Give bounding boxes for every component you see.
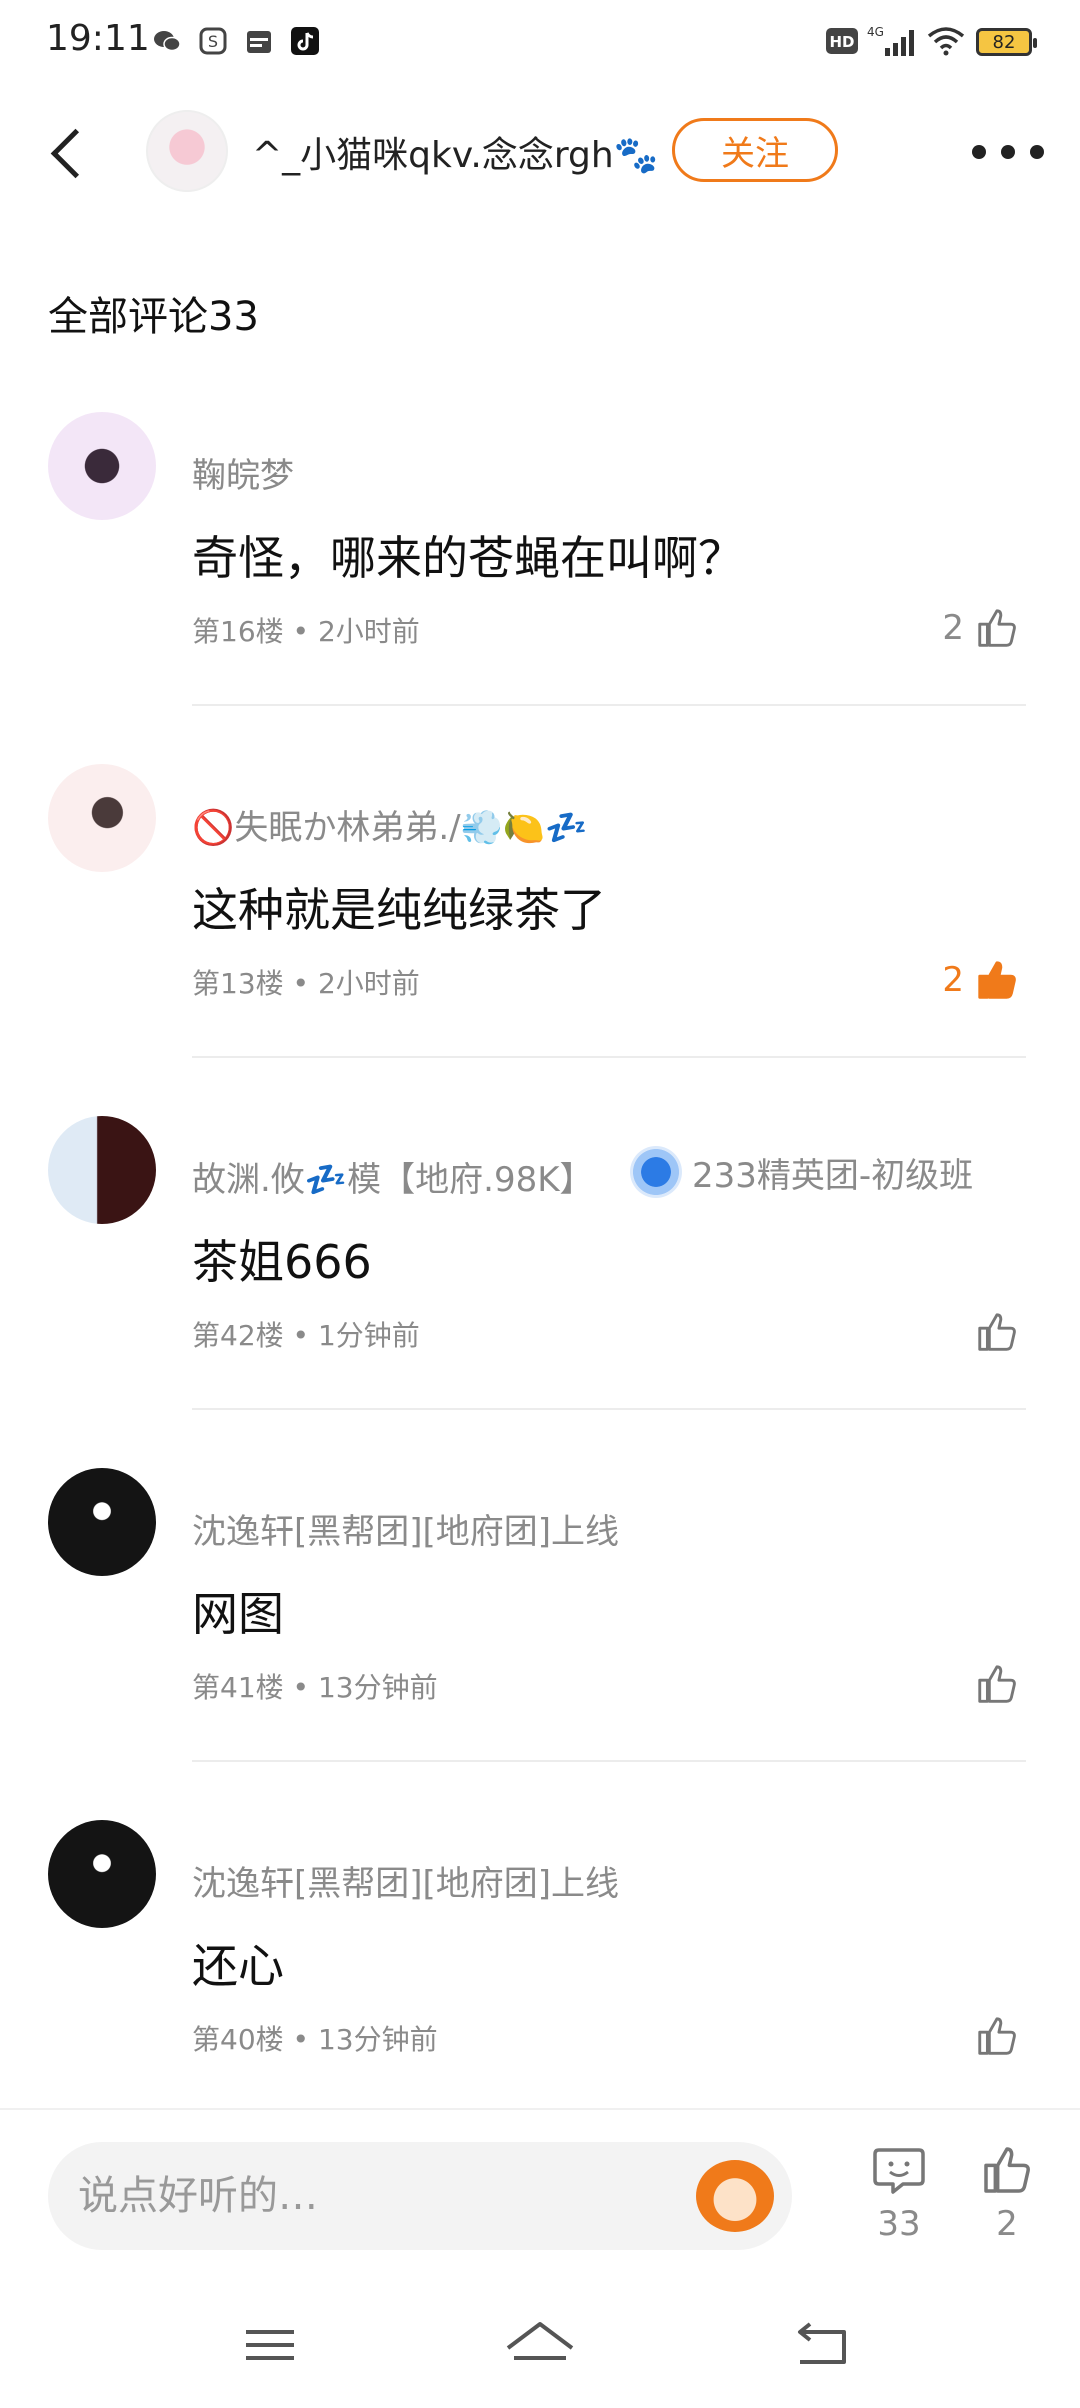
medal-icon [630, 1146, 682, 1198]
system-nav-bar [0, 2290, 1080, 2408]
like-count: 2 [942, 608, 964, 648]
divider [192, 1408, 1026, 1410]
author-name[interactable]: ^_小猫咪qkv.念念rgh🐾 [252, 126, 658, 178]
commenter-name[interactable]: 沈逸轩[黑帮团][地府团]上线 [192, 1504, 619, 1553]
like-button[interactable] [880, 1654, 1020, 1714]
comment-text[interactable]: 这种就是纯纯绿茶了 [192, 874, 606, 940]
hd-icon: HD [822, 24, 862, 58]
thumbs-up-icon [978, 609, 1016, 647]
tiktok-icon [288, 24, 322, 58]
comment-text[interactable]: 奇怪，哪来的苍蝇在叫啊？ [192, 522, 744, 588]
group-badge[interactable]: 233精英团-初级班 [630, 1146, 973, 1198]
svg-text:S: S [208, 32, 218, 51]
more-options-button[interactable] [972, 132, 1044, 172]
comment-bar: 33 2 [0, 2108, 1080, 2288]
comment-count: 33 [877, 2204, 921, 2244]
commenter-avatar[interactable] [48, 1116, 156, 1224]
thumbs-up-icon [978, 1313, 1016, 1351]
status-time: 19:11 [46, 18, 150, 59]
divider [192, 1056, 1026, 1058]
commenter-avatar[interactable] [48, 1468, 156, 1576]
commenter-name[interactable]: 沈逸轩[黑帮团][地府团]上线 [192, 1856, 619, 1905]
calendar-icon [242, 24, 276, 58]
follow-button[interactable]: 关注 [672, 118, 838, 182]
comment-text[interactable]: 还心 [192, 1930, 284, 1996]
home-button[interactable] [492, 2310, 588, 2380]
comments-button[interactable]: 33 [862, 2142, 936, 2262]
back-nav-button[interactable] [774, 2310, 870, 2380]
comment-item: 🚫失眠か林弟弟./💨🍋💤 这种就是纯纯绿茶了 第13楼 • 2小时前 2 [0, 764, 1080, 1116]
like-button[interactable]: 2 [880, 598, 1020, 658]
divider [192, 704, 1026, 706]
svg-text:4G: 4G [867, 25, 884, 39]
post-like-count: 2 [996, 2204, 1018, 2244]
comment-meta: 第41楼 • 13分钟前 [192, 1671, 438, 1704]
dot-icon [1030, 145, 1044, 159]
comment-item: 故渊.攸💤模【地府.98K】 233精英团-初级班 茶姐666 第42楼 • 1… [0, 1116, 1080, 1468]
like-button[interactable]: 2 [880, 950, 1020, 1010]
comment-text[interactable]: 网图 [192, 1578, 284, 1644]
dot-icon [1001, 145, 1015, 159]
comment-input[interactable] [48, 2142, 792, 2250]
comment-meta: 第42楼 • 1分钟前 [192, 1319, 420, 1352]
thumbs-up-icon [978, 1665, 1016, 1703]
back-button[interactable] [42, 124, 98, 180]
commenter-name[interactable]: 故渊.攸💤模【地府.98K】 [192, 1152, 594, 1201]
group-badge-label: 233精英团-初级班 [692, 1155, 974, 1196]
author-avatar[interactable] [146, 110, 228, 192]
commenter-name[interactable]: 🚫失眠か林弟弟./💨🍋💤 [192, 800, 588, 849]
commenter-avatar[interactable] [48, 1820, 156, 1928]
commenter-name[interactable]: 鞠皖梦 [192, 448, 294, 497]
comment-item: 鞠皖梦 奇怪，哪来的苍蝇在叫啊？ 第16楼 • 2小时前 2 [0, 412, 1080, 764]
svg-text:HD: HD [829, 33, 854, 51]
comment-text[interactable]: 茶姐666 [192, 1226, 372, 1292]
like-button[interactable] [880, 2006, 1020, 2066]
comment-meta: 第16楼 • 2小时前 [192, 615, 420, 648]
comment-meta: 第40楼 • 13分钟前 [192, 2023, 438, 2056]
dot-icon [972, 145, 986, 159]
return-icon [798, 2322, 846, 2364]
signal-icon: 4G [866, 24, 916, 58]
home-icon [506, 2322, 574, 2360]
wechat-icon [150, 24, 184, 58]
commenter-avatar[interactable] [48, 412, 156, 520]
menu-icon [246, 2330, 294, 2360]
status-bar: 19:11 S HD 4G 82 [0, 0, 1080, 84]
commenter-avatar[interactable] [48, 764, 156, 872]
thumbs-up-icon [978, 2017, 1016, 2055]
thumbs-up-filled-icon [978, 961, 1016, 999]
comment-item: 沈逸轩[黑帮团][地府团]上线 网图 第41楼 • 13分钟前 [0, 1468, 1080, 1820]
post-like-button[interactable]: 2 [970, 2142, 1044, 2262]
comment-bubble-icon [873, 2148, 925, 2194]
header: ^_小猫咪qkv.念念rgh🐾 关注 [0, 96, 1080, 206]
wifi-icon [926, 24, 966, 58]
thumbs-up-icon [984, 2147, 1030, 2193]
like-count: 2 [942, 960, 964, 1000]
recents-button[interactable] [222, 2310, 318, 2380]
comment-meta: 第13楼 • 2小时前 [192, 967, 420, 1000]
comments-section-title: 全部评论33 [48, 294, 259, 340]
emoji-button[interactable] [696, 2160, 774, 2232]
battery-indicator: 82 [976, 28, 1037, 56]
battery-level: 82 [992, 31, 1016, 53]
divider [192, 1760, 1026, 1762]
weibo-icon: S [196, 24, 230, 58]
like-button[interactable] [880, 1302, 1020, 1362]
